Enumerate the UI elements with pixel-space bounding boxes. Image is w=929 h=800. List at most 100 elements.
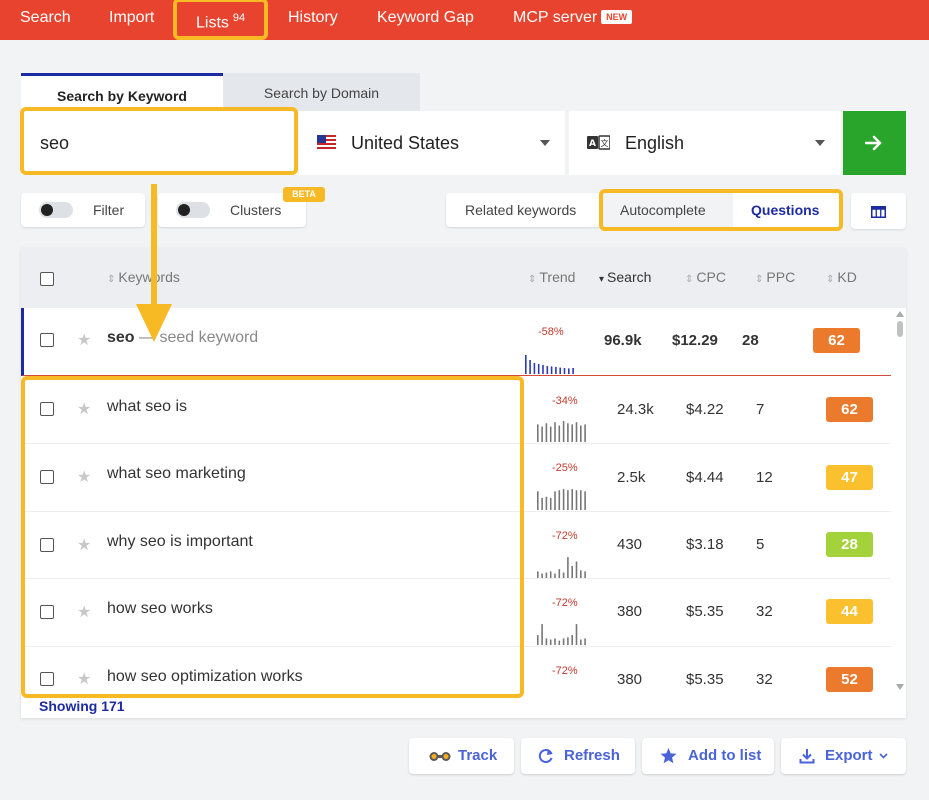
table-row[interactable]: ★ why seo is important -72% 430 $3.18 5 … bbox=[21, 512, 891, 579]
star-icon[interactable]: ★ bbox=[77, 669, 91, 689]
sort-desc-icon: ▾ bbox=[599, 274, 605, 285]
spark-bar bbox=[584, 571, 586, 578]
star-icon[interactable]: ★ bbox=[77, 602, 91, 622]
star-icon[interactable]: ★ bbox=[77, 535, 91, 555]
track-button[interactable]: Track bbox=[409, 738, 514, 774]
spark-bar bbox=[562, 421, 565, 442]
spark-bar bbox=[584, 491, 586, 510]
spark-bar bbox=[580, 639, 582, 645]
mode-related-keywords[interactable]: Related keywords bbox=[465, 202, 576, 218]
tab-search-by-domain[interactable]: Search by Domain bbox=[223, 73, 420, 111]
chevron-down-icon bbox=[540, 140, 550, 146]
clusters-switch[interactable] bbox=[176, 202, 210, 218]
filter-label: Filter bbox=[93, 202, 125, 218]
row-keyword[interactable]: why seo is important bbox=[107, 533, 253, 551]
download-icon bbox=[799, 749, 815, 764]
spark-bar bbox=[537, 571, 539, 578]
spark-bar bbox=[571, 424, 573, 442]
table-scrollbar[interactable] bbox=[894, 308, 906, 692]
trend-sparkline bbox=[537, 624, 586, 645]
spark-bar bbox=[575, 490, 578, 510]
trend-change: -72% bbox=[552, 597, 578, 609]
nav-search[interactable]: Search bbox=[20, 0, 71, 36]
keyword-mode-group: Related keywords Autocomplete Questions bbox=[446, 193, 842, 227]
search-volume: 380 bbox=[617, 603, 643, 620]
col-cpc-label: CPC bbox=[696, 269, 726, 285]
filter-toggle[interactable]: Filter bbox=[21, 193, 145, 227]
country-label: United States bbox=[351, 133, 460, 153]
tab-search-by-keyword[interactable]: Search by Keyword bbox=[21, 73, 223, 111]
search-go-button[interactable] bbox=[843, 111, 906, 175]
cpc-value: $12.29 bbox=[672, 332, 718, 349]
arrow-right-icon bbox=[865, 135, 882, 151]
add-to-list-label: Add to list bbox=[688, 747, 762, 764]
spark-bar bbox=[563, 368, 566, 374]
track-label: Track bbox=[458, 747, 498, 764]
spark-bar bbox=[545, 423, 548, 442]
col-trend[interactable]: ⇕ Trend bbox=[528, 269, 575, 285]
col-search[interactable]: ▾ Search bbox=[599, 269, 651, 285]
refresh-button[interactable]: Refresh bbox=[521, 738, 635, 774]
seed-keyword[interactable]: seo — seed keyword bbox=[107, 329, 258, 347]
spark-bar bbox=[575, 422, 578, 442]
row-keyword[interactable]: what seo marketing bbox=[107, 465, 246, 483]
spark-bar bbox=[567, 423, 569, 442]
row-checkbox[interactable] bbox=[40, 333, 54, 347]
annotation-arrow bbox=[136, 184, 172, 342]
row-checkbox[interactable] bbox=[40, 470, 54, 484]
table-row[interactable]: ★ what seo is -34% 24.3k $4.22 7 62 bbox=[21, 376, 891, 444]
filter-switch[interactable] bbox=[39, 202, 73, 218]
nav-keyword-gap[interactable]: Keyword Gap bbox=[377, 0, 474, 36]
search-volume: 430 bbox=[617, 536, 643, 553]
spark-bar bbox=[558, 425, 561, 442]
row-checkbox[interactable] bbox=[40, 402, 54, 416]
nav-history[interactable]: History bbox=[288, 0, 338, 36]
spark-bar bbox=[537, 635, 539, 645]
kd-badge: 52 bbox=[826, 667, 873, 692]
ppc-value: 32 bbox=[756, 671, 773, 688]
spark-bar bbox=[529, 360, 531, 374]
keyword-input[interactable]: seo bbox=[21, 111, 297, 175]
mode-questions[interactable]: Questions bbox=[751, 202, 819, 218]
spark-bar bbox=[571, 635, 573, 645]
cpc-value: $4.22 bbox=[686, 401, 724, 418]
col-cpc[interactable]: ⇕ CPC bbox=[685, 269, 726, 285]
nav-mcp-server[interactable]: MCP server NEW bbox=[513, 0, 633, 36]
spark-bar bbox=[584, 638, 586, 645]
spark-bar bbox=[541, 497, 543, 510]
export-button[interactable]: Export bbox=[781, 738, 906, 774]
refresh-label: Refresh bbox=[564, 747, 620, 764]
trend-sparkline bbox=[536, 689, 588, 692]
nav-lists[interactable]: Lists 94 bbox=[196, 0, 245, 36]
star-icon[interactable]: ★ bbox=[77, 399, 91, 419]
row-checkbox[interactable] bbox=[40, 672, 54, 686]
add-to-list-button[interactable]: Add to list bbox=[642, 738, 774, 774]
spark-bar bbox=[549, 571, 552, 578]
col-ppc-label: PPC bbox=[766, 269, 796, 285]
row-keyword[interactable]: what seo is bbox=[107, 398, 187, 416]
row-checkbox[interactable] bbox=[40, 538, 54, 552]
table-row[interactable]: ★ how seo optimization works -72% 380 $5… bbox=[21, 647, 891, 692]
col-ppc[interactable]: ⇕ PPC bbox=[755, 269, 795, 285]
row-checkbox[interactable] bbox=[40, 605, 54, 619]
columns-button[interactable] bbox=[851, 193, 906, 229]
kd-badge: 62 bbox=[813, 328, 860, 353]
sort-icon: ⇕ bbox=[685, 274, 694, 285]
spark-bar bbox=[567, 637, 569, 645]
spark-bar bbox=[541, 573, 543, 578]
language-select[interactable]: A 文 English bbox=[569, 111, 841, 175]
mode-autocomplete[interactable]: Autocomplete bbox=[603, 193, 733, 227]
country-select[interactable]: United States bbox=[299, 111, 565, 175]
col-kd[interactable]: ⇕ KD bbox=[826, 269, 857, 285]
row-keyword[interactable]: how seo optimization works bbox=[107, 668, 303, 686]
spark-bar bbox=[571, 565, 573, 578]
row-keyword[interactable]: how seo works bbox=[107, 600, 213, 618]
spark-bar bbox=[537, 491, 539, 510]
table-row[interactable]: ★ what seo marketing -25% 2.5k $4.44 12 … bbox=[21, 444, 891, 512]
nav-import[interactable]: Import bbox=[109, 0, 154, 36]
trend-sparkline bbox=[537, 489, 586, 510]
table-row[interactable]: ★ how seo works -72% 380 $5.35 32 44 bbox=[21, 579, 891, 647]
star-icon[interactable]: ★ bbox=[77, 330, 91, 350]
select-all-checkbox[interactable] bbox=[40, 272, 54, 286]
star-icon[interactable]: ★ bbox=[77, 467, 91, 487]
